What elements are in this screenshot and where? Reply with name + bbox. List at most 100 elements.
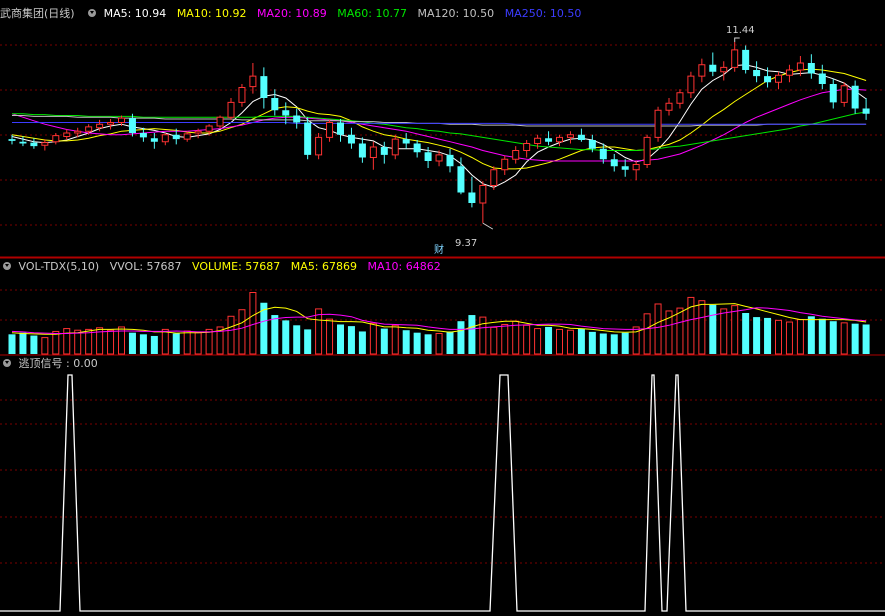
price-panel-header: 武商集团(日线) MA5: 10.94 MA10: 10.92 MA20: 10… xyxy=(0,6,588,22)
volume-bar-up xyxy=(501,323,509,355)
volume-bar-down xyxy=(764,317,772,354)
candle-body-down xyxy=(742,49,750,70)
candle-body-down xyxy=(172,134,180,140)
volume-bar-down xyxy=(818,318,826,354)
dropdown-icon[interactable] xyxy=(88,9,97,17)
volume-bar-down xyxy=(588,331,596,354)
candle-body-up xyxy=(369,146,377,158)
candle-body-up xyxy=(161,134,169,143)
volume-bar-up xyxy=(183,330,191,355)
candle-body-up xyxy=(194,130,202,134)
stock-name: 武商集团(日线) xyxy=(0,7,75,20)
volume-bar-up xyxy=(249,292,257,355)
high-pointer xyxy=(734,37,740,42)
candle-body-up xyxy=(479,185,487,204)
candle-body-down xyxy=(8,139,16,141)
candle-body-down xyxy=(128,118,136,133)
volume-bar-up xyxy=(720,308,728,355)
candle-body-down xyxy=(457,166,465,193)
candle-body-down xyxy=(829,84,837,103)
candle-body-down xyxy=(424,152,432,161)
candle-body-up xyxy=(63,132,71,137)
dropdown-icon[interactable] xyxy=(3,262,11,270)
volume-indicator-name: VOL-TDX(5,10) xyxy=(18,260,100,273)
candle-body-up xyxy=(687,75,695,94)
volume-bar-up xyxy=(490,326,498,355)
candle-body-down xyxy=(610,159,618,167)
candle-body-down xyxy=(818,73,826,84)
volume-bar-down xyxy=(807,316,815,354)
volume-bar-up xyxy=(534,328,542,355)
low-price-label: 9.37 xyxy=(455,238,478,249)
dropdown-icon[interactable] xyxy=(3,359,11,367)
candle-body-down xyxy=(402,139,410,144)
volume-bar-down xyxy=(862,324,870,354)
volume-bar-down xyxy=(30,335,38,354)
candle-body-up xyxy=(523,143,531,151)
volume-bar-down xyxy=(337,324,344,354)
volume-bar-down xyxy=(304,329,312,354)
candle-body-up xyxy=(720,66,728,73)
kline-chart[interactable] xyxy=(0,0,885,616)
candle-body-up xyxy=(85,126,93,132)
candle-body-up xyxy=(632,164,640,171)
candle-body-down xyxy=(588,140,596,149)
volume-bar-up xyxy=(74,329,82,355)
vvol-legend: VVOL: 57687 xyxy=(109,260,182,273)
volume-bar-up xyxy=(512,320,520,355)
candle-body-down xyxy=(599,148,607,160)
volume-bar-down xyxy=(577,328,585,354)
candle-body-down xyxy=(260,76,268,98)
candle-body-up xyxy=(840,85,848,103)
volume-bar-up xyxy=(556,328,563,355)
candle-body-down xyxy=(807,63,815,74)
volume-bar-up xyxy=(315,308,323,355)
volume-bar-up xyxy=(840,322,848,355)
candle-body-down xyxy=(19,141,27,144)
candle-body-down xyxy=(413,143,421,153)
candle-body-up xyxy=(698,64,706,77)
candle-body-up xyxy=(665,102,673,111)
candle-body-up xyxy=(435,154,443,162)
signal-indicator-name: 逃顶信号 : 0.00 xyxy=(18,357,98,370)
candle-body-up xyxy=(183,133,191,140)
candle-body-up xyxy=(534,137,542,144)
candle-body-up xyxy=(676,92,684,104)
candle-body-up xyxy=(249,75,257,88)
volume-bar-up xyxy=(326,318,334,355)
volume-bar-up xyxy=(479,316,487,355)
volume-bar-down xyxy=(8,334,16,354)
candle-body-up xyxy=(566,134,574,138)
volume-bar-up xyxy=(391,324,399,355)
volume-bar-up xyxy=(654,303,662,355)
ma-line-ma250 xyxy=(12,122,867,125)
volume-bar-up xyxy=(796,319,804,355)
candle-body-down xyxy=(293,115,301,123)
candle-body-up xyxy=(74,130,82,134)
ma120-legend: MA120: 10.50 xyxy=(417,7,495,20)
signal-panel-header: 逃顶信号 : 0.00 xyxy=(0,356,105,372)
candle-body-down xyxy=(862,108,870,114)
candle-body-up xyxy=(238,87,246,103)
volume-bar-up xyxy=(227,315,235,355)
candle-body-down xyxy=(709,64,717,72)
financial-report-marker[interactable]: 财 xyxy=(434,241,444,256)
candle-body-up xyxy=(96,123,104,129)
volume-bar-down xyxy=(150,335,158,354)
candle-body-down xyxy=(30,142,38,147)
candle-body-down xyxy=(577,134,585,140)
escape-top-signal-line xyxy=(0,374,885,612)
volume-bar-up xyxy=(107,329,115,355)
candle-body-up xyxy=(731,49,739,68)
candle-body-down xyxy=(304,122,312,155)
low-pointer xyxy=(482,222,494,230)
volume-bar-down xyxy=(753,317,761,354)
candle-body-up xyxy=(501,158,509,171)
volume-bar-up xyxy=(238,309,246,355)
vol-ma10-legend: MA10: 64862 xyxy=(367,260,441,273)
volume-bar-down xyxy=(139,334,147,354)
candle-body-up xyxy=(107,122,115,125)
candle-body-up xyxy=(512,150,520,160)
volume-bar-up xyxy=(63,328,71,355)
volume-bar-down xyxy=(19,332,27,354)
